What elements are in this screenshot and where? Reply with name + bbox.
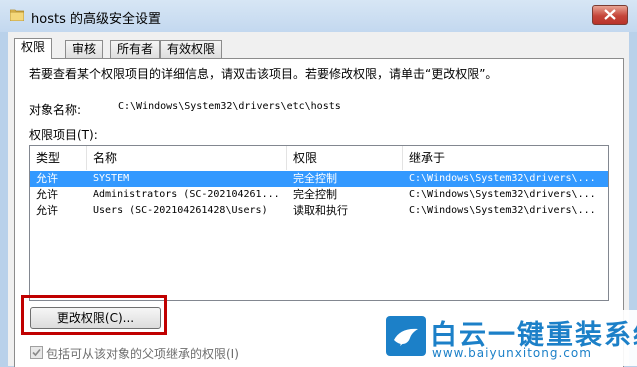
row-inherited-from: C:\Windows\System32\drivers\... <box>409 189 596 200</box>
table-row[interactable]: 允许 SYSTEM 完全控制 C:\Windows\System32\drive… <box>30 171 608 187</box>
watermark: 白云一键重装系统 www.baiyunxitong.com <box>378 310 637 366</box>
row-permission: 读取和执行 <box>293 204 348 217</box>
close-button[interactable] <box>592 5 628 25</box>
change-permissions-button[interactable]: 更改权限(C)... <box>30 307 161 329</box>
column-permission[interactable]: 权限 <box>287 146 403 170</box>
row-permission: 完全控制 <box>293 188 337 201</box>
column-headers: 类型 名称 权限 继承于 <box>30 146 608 170</box>
row-type: 允许 <box>36 188 58 201</box>
checkmark-icon <box>32 348 41 357</box>
row-type: 允许 <box>36 204 58 217</box>
instruction-text: 若要查看某个权限项目的详细信息，请双击该项目。若要修改权限，请单击“更改权限”。 <box>29 67 498 81</box>
window-title: hosts 的高级安全设置 <box>31 12 161 27</box>
object-path: C:\Windows\System32\drivers\etc\hosts <box>118 101 341 112</box>
row-type: 允许 <box>36 172 58 185</box>
row-name: Users (SC-202104261428\Users) <box>93 205 268 216</box>
row-name: SYSTEM <box>93 173 130 184</box>
inherit-permissions-checkbox[interactable] <box>30 346 43 359</box>
row-inherited-from: C:\Windows\System32\drivers\... <box>409 173 596 184</box>
tab-owner[interactable]: 所有者 <box>110 40 161 58</box>
tab-permissions[interactable]: 权限 <box>14 38 53 59</box>
inherit-permissions-label: 包括可从该对象的父项继承的权限(I) <box>46 347 239 361</box>
tab-effective-permissions[interactable]: 有效权限 <box>160 40 223 58</box>
row-permission: 完全控制 <box>293 172 337 185</box>
bird-logo-icon <box>386 316 426 356</box>
column-type[interactable]: 类型 <box>30 146 87 170</box>
folder-icon <box>10 9 24 21</box>
close-icon <box>604 9 616 20</box>
tab-auditing[interactable]: 审核 <box>65 40 104 58</box>
object-name-label: 对象名称: <box>29 103 82 117</box>
row-name: Administrators (SC-202104261... <box>93 189 280 200</box>
watermark-url: www.baiyunxitong.com <box>432 346 592 360</box>
title-bar: hosts 的高级安全设置 <box>0 0 637 32</box>
table-row[interactable]: 允许 Administrators (SC-202104261... 完全控制 … <box>30 187 608 203</box>
permissions-list[interactable]: 类型 名称 权限 继承于 允许 SYSTEM 完全控制 C:\Windows\S… <box>29 145 609 301</box>
permissions-label: 权限项目(T): <box>29 128 98 142</box>
column-name[interactable]: 名称 <box>87 146 287 170</box>
column-inherited-from[interactable]: 继承于 <box>403 146 608 170</box>
table-row[interactable]: 允许 Users (SC-202104261428\Users) 读取和执行 C… <box>30 203 608 219</box>
row-inherited-from: C:\Windows\System32\drivers\... <box>409 205 596 216</box>
